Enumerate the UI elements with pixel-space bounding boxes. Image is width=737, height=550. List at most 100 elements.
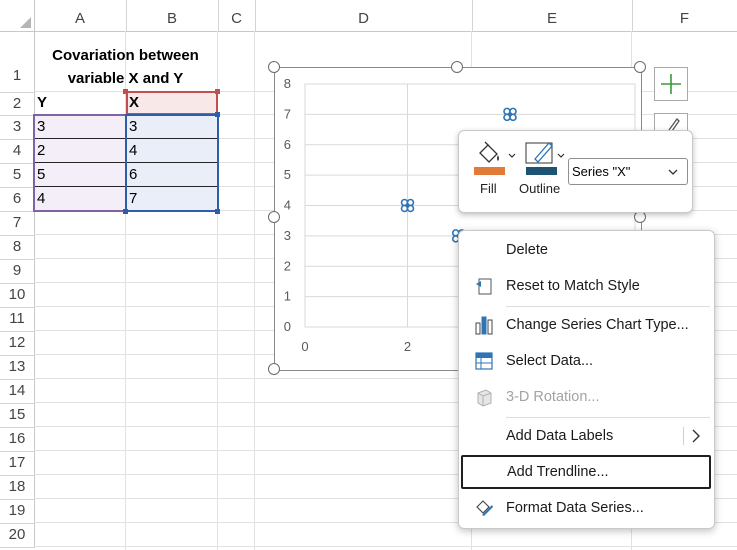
chart-type-icon [475,316,493,335]
cell-a6[interactable]: 4 [34,190,45,208]
menu-separator [506,306,710,307]
table-title[interactable]: Covariation between variable X and Y [34,44,217,90]
row-header-10[interactable]: 10 [0,283,35,308]
cell-b6[interactable]: 7 [126,190,137,208]
y-tick-label: 4 [284,198,291,213]
chart-elements-button[interactable] [654,67,688,101]
cell-a5[interactable]: 5 [34,166,45,184]
menu-item-label: Add Trendline... [507,464,609,480]
x-tick-label: 2 [404,339,411,354]
y-tick-label: 7 [284,106,291,121]
series-dropdown-value: Series "X" [572,164,631,179]
menu-item-delete[interactable]: Delete [459,233,712,267]
menu-item-add-trendline[interactable]: Add Trendline... [461,455,711,489]
series-name-range-border [126,91,218,115]
column-header-b[interactable]: B [126,0,219,31]
chart-styles-button[interactable] [654,113,688,132]
outline-label: Outline [519,181,561,196]
table-title-line2: variable X and Y [67,70,184,87]
menu-separator [506,417,710,418]
format-series-icon [476,500,493,516]
row-header-16[interactable]: 16 [0,427,35,452]
row-header-1[interactable]: 1 [0,31,35,93]
row-header-17[interactable]: 17 [0,451,35,476]
menu-item-add-data-labels[interactable]: Add Data Labels [459,419,712,453]
table-title-line1: Covariation between [52,47,199,64]
cell-b2[interactable]: X [126,94,139,112]
column-header-c[interactable]: C [218,0,256,31]
chart-resize-handle-bl[interactable] [268,363,280,375]
pen-outline-icon [525,142,565,164]
series-dropdown[interactable]: Series "X" [568,158,688,185]
column-header-e[interactable]: E [472,0,633,31]
column-header-f[interactable]: F [632,0,737,31]
fill-button[interactable] [471,137,521,183]
menu-item-reset-to-match-style[interactable]: Reset to Match Style [459,269,712,303]
row-header-4[interactable]: 4 [0,139,35,164]
row-header-19[interactable]: 19 [0,499,35,524]
menu-item-label: Change Series Chart Type... [506,317,689,333]
reset-style-icon [476,278,492,295]
row-header-3[interactable]: 3 [0,115,35,140]
row-header-5[interactable]: 5 [0,163,35,188]
chart-resize-handle-tl[interactable] [268,61,280,73]
range-handle[interactable] [215,112,220,117]
menu-item-select-data[interactable]: Select Data... [459,344,712,378]
menu-item-label: Reset to Match Style [506,278,640,294]
row-header-13[interactable]: 13 [0,355,35,380]
range-handle[interactable] [215,89,220,94]
cell-a2[interactable]: Y [34,94,47,112]
data-point[interactable] [400,198,415,213]
plus-icon [661,74,681,94]
y-tick-label: 2 [284,258,291,273]
grid-line [254,31,255,550]
fill-color-swatch [474,167,505,175]
cell-a4[interactable]: 2 [34,142,45,160]
range-handle[interactable] [215,209,220,214]
y-tick-label: 6 [284,137,291,152]
y-tick-label: 0 [284,319,291,334]
row-header-15[interactable]: 15 [0,403,35,428]
cell-b4[interactable]: 4 [126,142,137,160]
outline-button[interactable] [523,137,568,183]
cell-a3[interactable]: 3 [34,118,45,136]
menu-item-label: Select Data... [506,353,594,369]
chevron-down-icon [668,169,678,175]
chart-resize-handle-tr[interactable] [634,61,646,73]
format-popup: Fill Outline Series "X" [458,130,693,213]
row-header-12[interactable]: 12 [0,331,35,356]
select-all-corner[interactable] [0,0,35,31]
menu-item-format-data-series[interactable]: Format Data Series... [459,491,712,525]
data-point[interactable] [503,107,517,122]
row-header-7[interactable]: 7 [0,211,35,236]
context-menu: Delete Reset to Match Style Change Serie… [458,230,715,529]
y-tick-label: 1 [284,289,291,304]
cell-b3[interactable]: 3 [126,118,137,136]
row-header-14[interactable]: 14 [0,379,35,404]
x-tick-label: 0 [301,339,308,354]
submenu-divider [683,427,684,445]
row-header-20[interactable]: 20 [0,523,35,548]
menu-item-label: Add Data Labels [506,428,614,444]
chevron-right-icon [692,429,700,443]
range-handle[interactable] [123,209,128,214]
menu-item-change-series-chart-type[interactable]: Change Series Chart Type... [459,308,712,342]
grid-line [34,546,737,547]
chart-resize-handle-left[interactable] [268,211,280,223]
row-header-8[interactable]: 8 [0,235,35,260]
chart-resize-handle-top[interactable] [451,61,463,73]
row-header-18[interactable]: 18 [0,475,35,500]
menu-item-label: Delete [506,242,548,258]
column-header-a[interactable]: A [34,0,127,31]
row-header-11[interactable]: 11 [0,307,35,332]
y-values-range-border [33,114,127,212]
menu-item-label: Format Data Series... [506,500,644,516]
outline-color-swatch [526,167,557,175]
paint-bucket-icon [479,141,516,163]
row-header-9[interactable]: 9 [0,259,35,284]
row-header-2[interactable]: 2 [0,92,35,116]
row-header-6[interactable]: 6 [0,187,35,212]
cell-b5[interactable]: 6 [126,166,137,184]
y-tick-label: 3 [284,228,291,243]
column-header-d[interactable]: D [255,0,473,31]
